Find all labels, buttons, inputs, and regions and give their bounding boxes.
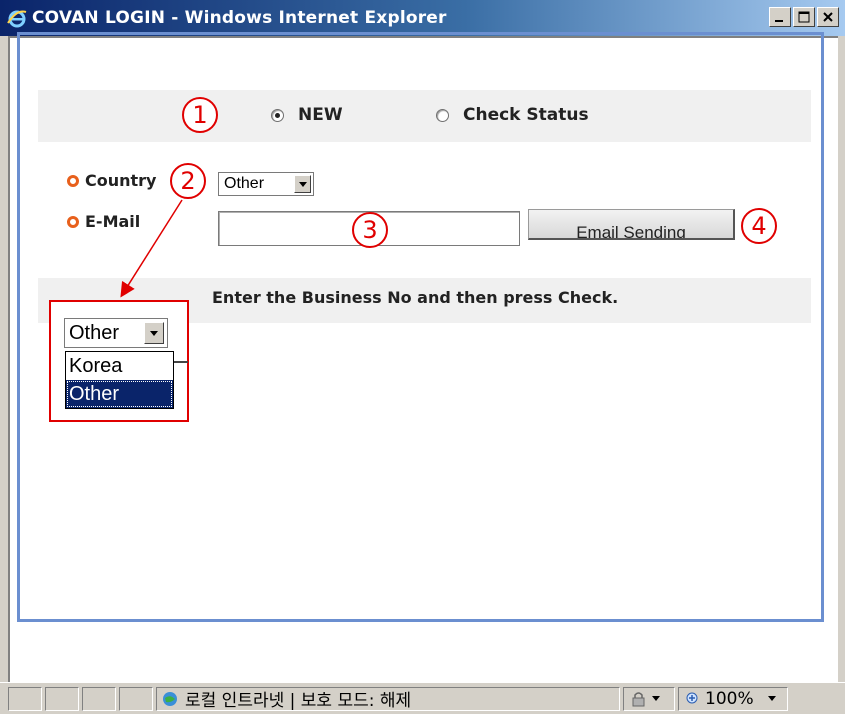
country-dropdown-list: Korea Other [65, 351, 174, 409]
status-bar: 로컬 인트라넷 | 보호 모드: 해제 100% [0, 682, 845, 714]
mode-selection-band [38, 90, 811, 142]
email-label: E-Mail [67, 212, 140, 231]
zoom-control[interactable]: 100% [678, 686, 788, 711]
minimize-button[interactable] [769, 7, 791, 27]
email-sending-button-label: Email Sending [576, 223, 686, 240]
callout-3: 3 [352, 212, 388, 248]
maximize-icon [798, 11, 810, 23]
radio-check-status[interactable] [436, 108, 449, 122]
zoom-icon [686, 692, 698, 703]
country-select[interactable]: Other [218, 172, 314, 196]
intranet-globe-icon [163, 691, 177, 706]
window-titlebar: COVAN LOGIN - Windows Internet Explorer [0, 0, 845, 36]
status-cell [45, 686, 79, 711]
bullet-icon [67, 174, 79, 187]
minimize-icon [775, 20, 783, 22]
radio-new-option[interactable]: NEW [271, 105, 343, 125]
callout-2: 2 [170, 163, 206, 199]
zoom-level: 100% [705, 688, 754, 709]
status-cell [119, 686, 153, 711]
close-button[interactable] [817, 7, 839, 27]
protected-mode-button[interactable] [623, 686, 675, 711]
zoom-country-select[interactable]: Other [64, 318, 168, 348]
radio-new[interactable] [271, 108, 284, 122]
window-title: COVAN LOGIN - Windows Internet Explorer [32, 8, 447, 28]
internet-explorer-icon [7, 10, 27, 28]
security-zone-text: 로컬 인트라넷 | 보호 모드: 해제 [185, 691, 412, 711]
chevron-down-icon [767, 696, 776, 701]
radio-check-status-option[interactable]: Check Status [436, 105, 589, 125]
dropdown-arrow-icon[interactable] [144, 322, 164, 344]
dropdown-option-korea[interactable]: Korea [66, 352, 173, 380]
instruction-text: Enter the Business No and then press Che… [212, 288, 619, 307]
country-select-value: Other [224, 175, 265, 192]
radio-new-label: NEW [298, 105, 343, 125]
security-zone[interactable]: 로컬 인트라넷 | 보호 모드: 해제 [156, 686, 620, 711]
country-label: Country [67, 171, 156, 190]
status-cell [8, 686, 42, 711]
chevron-down-icon [652, 696, 660, 701]
lock-icon [632, 691, 645, 706]
bullet-icon [67, 215, 79, 228]
callout-4: 4 [741, 208, 777, 244]
maximize-button[interactable] [793, 7, 815, 27]
callout-1: 1 [182, 97, 218, 133]
zoom-select-value: Other [69, 321, 120, 344]
email-sending-button[interactable]: Email Sending [528, 209, 735, 240]
close-icon [823, 12, 833, 22]
divider-line [174, 361, 188, 363]
email-label-text: E-Mail [85, 212, 141, 231]
status-cell [82, 686, 116, 711]
dropdown-option-other[interactable]: Other [66, 380, 173, 408]
country-label-text: Country [85, 171, 157, 190]
dropdown-arrow-icon[interactable] [294, 175, 311, 193]
radio-check-status-label: Check Status [463, 105, 589, 125]
